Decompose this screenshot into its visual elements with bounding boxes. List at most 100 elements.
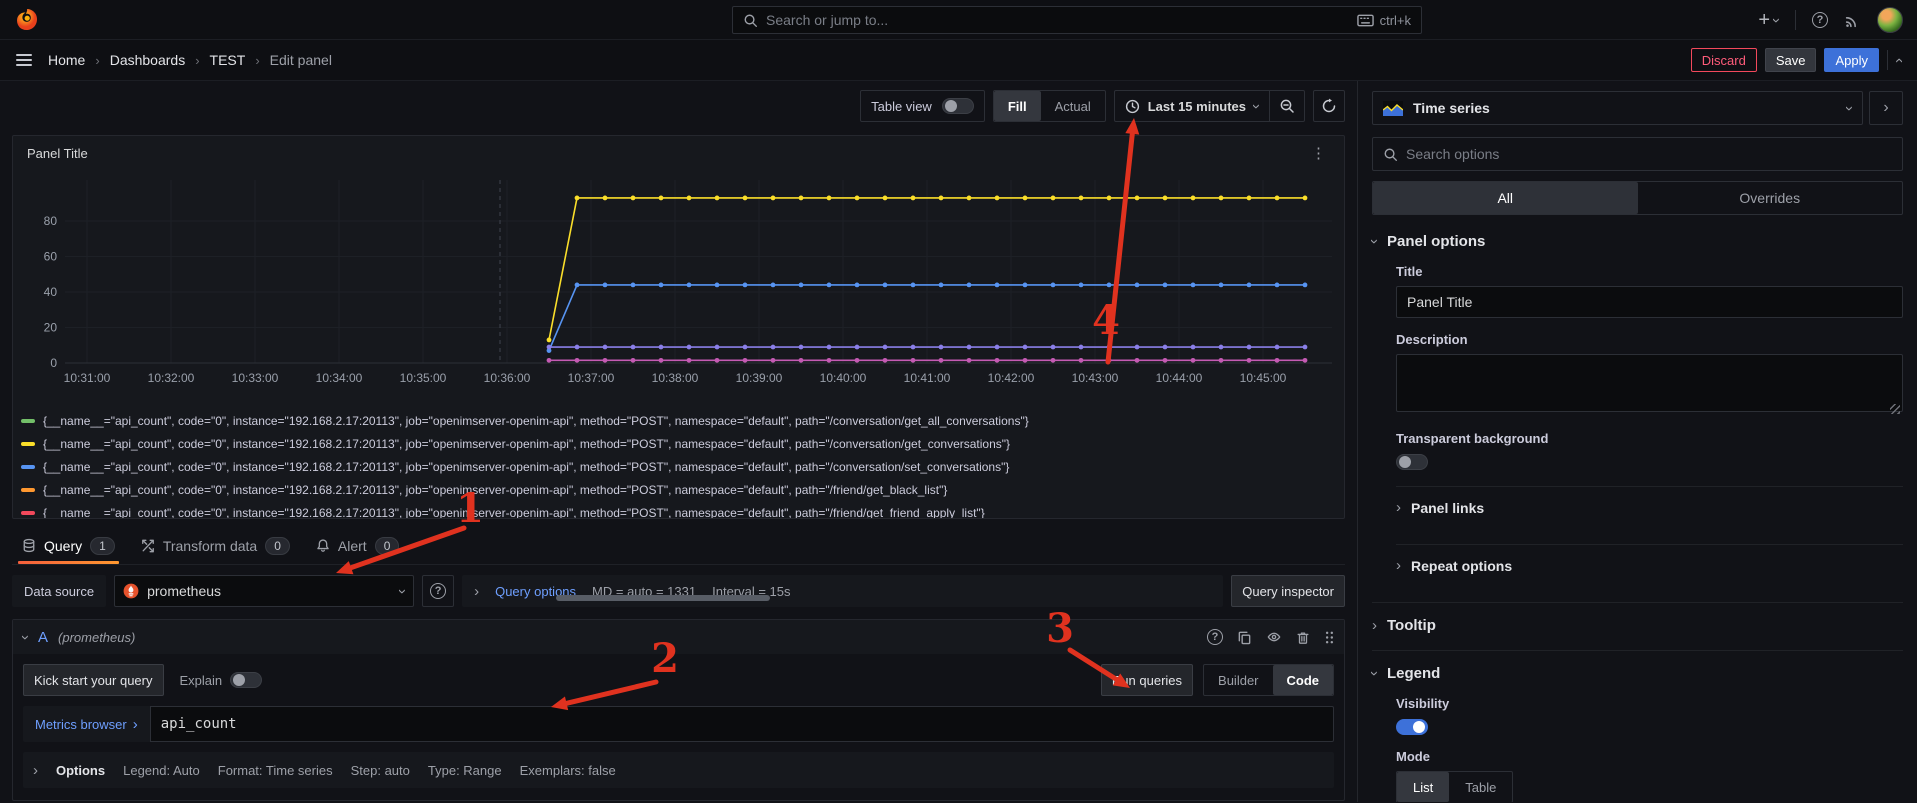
table-view-toggle[interactable]: [942, 98, 974, 114]
x-axis-tick-label: 10:32:00: [148, 371, 195, 385]
keyboard-icon: [1357, 14, 1374, 27]
datasource-help-button[interactable]: ?: [422, 575, 454, 607]
query-inspector-button[interactable]: Query inspector: [1231, 575, 1345, 607]
discard-button[interactable]: Discard: [1691, 48, 1757, 72]
chevron-down-icon: ›: [1367, 671, 1382, 676]
save-button[interactable]: Save: [1765, 48, 1817, 72]
drag-handle-icon[interactable]: [1324, 630, 1334, 645]
grafana-logo-icon[interactable]: [14, 6, 42, 34]
breadcrumb-home[interactable]: Home: [48, 52, 85, 68]
explain-toggle[interactable]: [230, 672, 262, 688]
collapse-query-icon[interactable]: ›: [18, 635, 33, 640]
news-rss-icon[interactable]: [1844, 12, 1861, 29]
breadcrumb-dashboard-name[interactable]: TEST: [210, 52, 246, 68]
options-label: Options: [56, 763, 105, 778]
tab-transform-data[interactable]: Transform data 0: [131, 527, 300, 564]
collapse-options-pane-icon[interactable]: ›: [1891, 58, 1906, 63]
open-viz-suggestions-button[interactable]: ›: [1869, 91, 1903, 125]
query-row-header[interactable]: › A (prometheus) ?: [13, 620, 1344, 654]
chevron-right-icon: ›: [474, 584, 479, 599]
legend-item[interactable]: {__name__="api_count", code="0", instanc…: [21, 478, 1336, 501]
panel-title: Panel Title: [27, 146, 88, 161]
panel-title-input[interactable]: [1396, 286, 1903, 318]
datasource-picker[interactable]: prometheus ›: [114, 575, 414, 607]
kick-start-query-button[interactable]: Kick start your query: [23, 664, 164, 696]
toggle-visibility-icon[interactable]: [1266, 630, 1282, 644]
user-avatar[interactable]: [1877, 7, 1903, 33]
help-icon[interactable]: ?: [1812, 12, 1828, 28]
mode-table-option[interactable]: Table: [1449, 772, 1512, 802]
chart-legend: {__name__="api_count", code="0", instanc…: [21, 409, 1336, 519]
delete-query-icon[interactable]: [1296, 630, 1310, 645]
repeat-options-section[interactable]: › Repeat options: [1396, 544, 1903, 586]
prometheus-icon: [123, 583, 139, 599]
tooltip-section[interactable]: › Tooltip: [1372, 602, 1903, 634]
description-textarea[interactable]: [1396, 354, 1903, 412]
search-icon: [743, 13, 758, 28]
legend-series-color: [21, 465, 35, 469]
query-help-icon[interactable]: ?: [1207, 629, 1223, 645]
tab-alert[interactable]: Alert 0: [306, 527, 409, 564]
transparent-background-toggle[interactable]: [1396, 454, 1428, 470]
chevron-right-icon: ›: [1396, 558, 1401, 573]
breadcrumb-dashboards[interactable]: Dashboards: [110, 52, 186, 68]
code-option[interactable]: Code: [1273, 665, 1334, 695]
options-search-input[interactable]: [1406, 146, 1892, 162]
editor-tabs: Query 1 Transform data 0 A: [12, 527, 1345, 565]
description-label: Description: [1396, 332, 1903, 347]
panel-options-section[interactable]: › Panel options: [1372, 233, 1903, 250]
mode-label: Mode: [1396, 749, 1903, 764]
metrics-browser-link[interactable]: Metrics browser ›: [23, 706, 150, 742]
divider: [1887, 50, 1888, 70]
visualization-picker[interactable]: Time series ›: [1372, 91, 1863, 125]
x-axis-tick-label: 10:41:00: [904, 371, 951, 385]
chevron-down-icon: ›: [395, 589, 410, 594]
fill-option[interactable]: Fill: [994, 91, 1041, 121]
tab-query[interactable]: Query 1: [12, 527, 125, 564]
panel-header[interactable]: Panel Title ⋮: [21, 136, 1336, 170]
legend-series-label: {__name__="api_count", code="0", instanc…: [43, 506, 985, 520]
tab-overrides[interactable]: Overrides: [1638, 182, 1903, 214]
panel-toolbar: Table view Fill Actual Last 15 minutes ›: [0, 81, 1357, 131]
panel-menu-icon[interactable]: ⋮: [1307, 144, 1330, 162]
query-options-bar[interactable]: › Query options MD = auto = 1331 Interva…: [462, 575, 1223, 607]
builder-option[interactable]: Builder: [1204, 665, 1272, 695]
mode-list-option[interactable]: List: [1397, 772, 1449, 802]
x-axis-tick-label: 10:38:00: [652, 371, 699, 385]
datasource-row: Data source prometheus › ? › Query optio…: [12, 575, 1345, 607]
legend-item[interactable]: {__name__="api_count", code="0", instanc…: [21, 455, 1336, 478]
breadcrumb-separator: ›: [255, 53, 259, 68]
global-search[interactable]: ctrl+k: [732, 6, 1422, 34]
menu-toggle-icon[interactable]: [16, 54, 32, 66]
actual-option[interactable]: Actual: [1041, 91, 1105, 121]
legend-section[interactable]: › Legend: [1372, 650, 1903, 682]
options-search[interactable]: [1372, 137, 1903, 171]
apply-button[interactable]: Apply: [1824, 48, 1879, 72]
chevron-down-icon: ›: [1842, 106, 1857, 111]
query-options-footer[interactable]: › Options Legend: Auto Format: Time seri…: [23, 752, 1334, 788]
run-queries-button[interactable]: Run queries: [1101, 664, 1193, 696]
tab-all[interactable]: All: [1373, 182, 1638, 214]
panel-links-section[interactable]: › Panel links: [1396, 486, 1903, 528]
time-series-chart[interactable]: 10:31:0010:32:0010:33:0010:34:0010:35:00…: [21, 170, 1336, 402]
x-axis-tick-label: 10:45:00: [1240, 371, 1287, 385]
y-axis-tick-label: 80: [44, 214, 58, 228]
duplicate-query-icon[interactable]: [1237, 630, 1252, 645]
breadcrumb-separator: ›: [195, 53, 199, 68]
query-row-actions: ?: [1207, 629, 1334, 645]
breadcrumb-edit-panel: Edit panel: [270, 52, 332, 68]
add-menu-button[interactable]: + ›: [1758, 10, 1779, 30]
horizontal-scrollbar[interactable]: [556, 595, 770, 601]
search-input[interactable]: [766, 12, 1349, 28]
promql-expression-input[interactable]: [150, 706, 1334, 742]
refresh-button[interactable]: [1313, 90, 1345, 122]
table-view-label: Table view: [871, 99, 932, 114]
legend-item[interactable]: {__name__="api_count", code="0", instanc…: [21, 432, 1336, 455]
query-editor-body: Kick start your query Explain Run querie…: [13, 654, 1344, 800]
zoom-out-time-button[interactable]: [1269, 91, 1304, 121]
legend-item[interactable]: {__name__="api_count", code="0", instanc…: [21, 409, 1336, 432]
legend-visibility-toggle[interactable]: [1396, 719, 1428, 735]
time-range-picker[interactable]: Last 15 minutes ›: [1115, 91, 1269, 121]
x-axis-tick-label: 10:42:00: [988, 371, 1035, 385]
legend-item[interactable]: {__name__="api_count", code="0", instanc…: [21, 501, 1336, 519]
